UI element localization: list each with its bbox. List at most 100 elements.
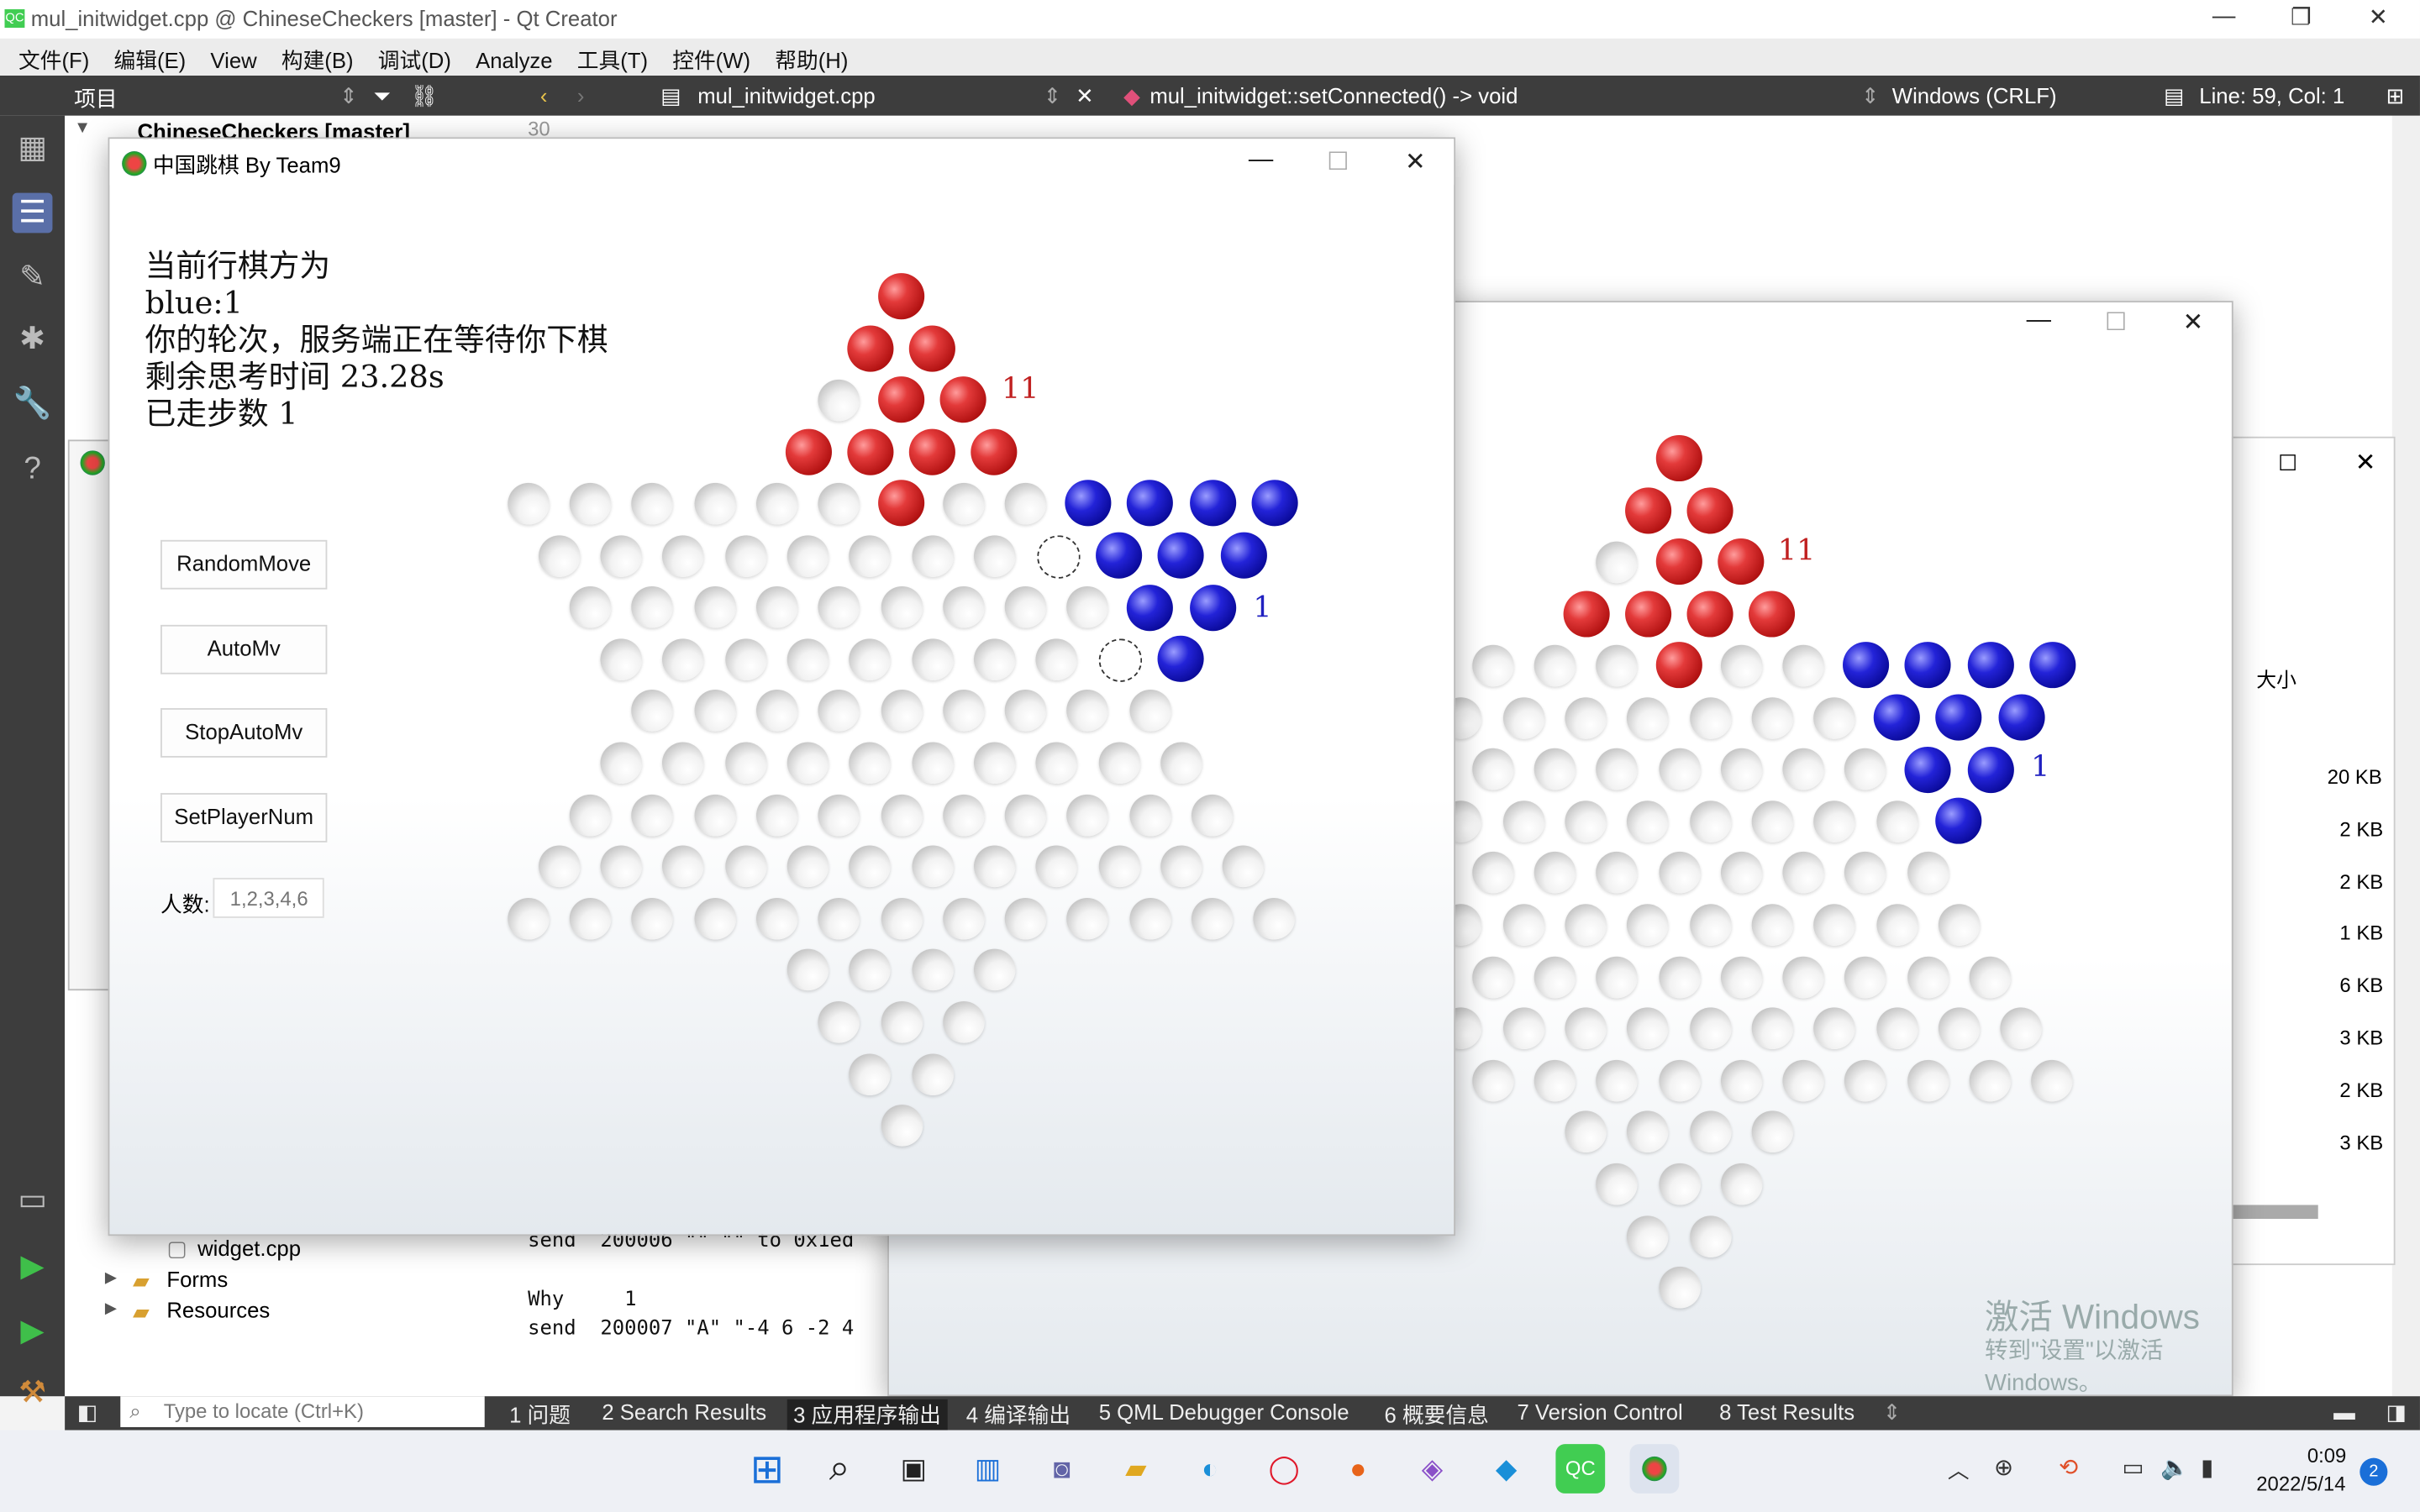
tab-version-control[interactable]: 7 Version Control xyxy=(1517,1399,1682,1424)
board-hole[interactable] xyxy=(1596,748,1639,790)
board-hole[interactable] xyxy=(1720,955,1763,998)
project-selector-arrows-icon[interactable]: ⇕ xyxy=(339,83,358,109)
blue-piece[interactable] xyxy=(1997,694,2044,741)
board-hole[interactable] xyxy=(880,1105,923,1147)
board-hole[interactable] xyxy=(724,742,767,784)
restore-icon[interactable]: ❐ xyxy=(2278,3,2324,31)
board-hole[interactable] xyxy=(662,742,705,784)
board-hole[interactable] xyxy=(507,897,550,939)
board-hole[interactable] xyxy=(1813,1007,1856,1050)
red-piece[interactable] xyxy=(1749,591,1796,638)
board-hole[interactable] xyxy=(880,897,923,939)
board-hole[interactable] xyxy=(1253,897,1296,939)
board-hole[interactable] xyxy=(1565,904,1607,946)
board-hole[interactable] xyxy=(880,690,923,732)
board-hole[interactable] xyxy=(1502,696,1545,738)
board-hole[interactable] xyxy=(1128,897,1171,939)
menu-view[interactable]: View xyxy=(210,48,256,72)
menu-file[interactable]: 文件(F) xyxy=(18,45,89,76)
blue-piece[interactable] xyxy=(1966,642,2013,689)
board-hole[interactable] xyxy=(1658,955,1701,998)
minimize-icon[interactable]: — xyxy=(1238,146,1284,174)
blue-piece[interactable] xyxy=(1158,636,1205,683)
tree-item-resources[interactable]: Resources xyxy=(166,1298,270,1322)
qt-creator-icon[interactable]: QC xyxy=(1555,1444,1606,1494)
board-hole[interactable] xyxy=(849,742,892,784)
board-hole[interactable] xyxy=(1689,1007,1732,1050)
board-hole[interactable] xyxy=(724,845,767,888)
board-hole[interactable] xyxy=(1534,748,1576,790)
board-hole[interactable] xyxy=(1689,696,1732,738)
board-hole[interactable] xyxy=(693,897,736,939)
board-hole[interactable] xyxy=(1720,852,1763,894)
board-hole[interactable] xyxy=(973,949,1016,991)
board-hole[interactable] xyxy=(1596,644,1639,687)
board-hole[interactable] xyxy=(1004,897,1047,939)
help-icon[interactable]: ? xyxy=(13,449,53,489)
board-hole[interactable] xyxy=(1502,1007,1545,1050)
board-hole[interactable] xyxy=(1689,904,1732,946)
blue-piece[interactable] xyxy=(1189,480,1236,528)
locate-box[interactable]: ⌕ Type to locate (Ctrl+K) xyxy=(120,1396,485,1427)
file-tab[interactable]: mul_initwidget.cpp xyxy=(697,83,876,108)
red-piece[interactable] xyxy=(785,428,832,475)
tab-issues[interactable]: 1 问题 xyxy=(509,1399,571,1431)
board-hole[interactable] xyxy=(631,690,674,732)
chinese-checkers-icon[interactable] xyxy=(1629,1444,1680,1494)
blue-piece[interactable] xyxy=(1904,642,1951,689)
board-hole[interactable] xyxy=(569,586,612,628)
board-hole[interactable] xyxy=(942,897,985,939)
board-hole[interactable] xyxy=(662,534,705,577)
link-icon[interactable]: ⛓ xyxy=(411,83,439,109)
board-hole[interactable] xyxy=(1689,1110,1732,1153)
line-ending[interactable]: Windows (CRLF) xyxy=(1892,83,2057,108)
board-hole[interactable] xyxy=(1720,644,1763,687)
visual-studio-icon[interactable]: ◈ xyxy=(1407,1444,1457,1494)
board-hole[interactable] xyxy=(849,949,892,991)
board-hole[interactable] xyxy=(880,1000,923,1043)
board-hole[interactable] xyxy=(911,1053,954,1095)
widgets-icon[interactable]: ▥ xyxy=(963,1444,1013,1494)
board-hole[interactable] xyxy=(1969,955,2012,998)
board-hole[interactable] xyxy=(1004,793,1047,836)
tray-overflow-icon[interactable]: ︿ xyxy=(1948,1455,1970,1486)
red-piece[interactable] xyxy=(1686,591,1733,638)
run-icon[interactable]: ▶ xyxy=(13,1247,53,1287)
blue-piece[interactable] xyxy=(1158,532,1205,579)
board-hole[interactable] xyxy=(849,638,892,680)
sidebar-toggle-icon[interactable]: ◧ xyxy=(77,1399,97,1425)
more-tabs-icon[interactable]: ⇕ xyxy=(1883,1399,1902,1425)
filter-icon[interactable]: ⏷ xyxy=(373,83,391,109)
blue-piece[interactable] xyxy=(1096,532,1143,579)
blue-piece[interactable] xyxy=(1065,480,1112,528)
editor-scrollbar[interactable] xyxy=(2391,115,2420,1397)
board-hole[interactable] xyxy=(1658,1059,1701,1101)
board-hole[interactable] xyxy=(1627,1007,1670,1050)
tab-search-results[interactable]: 2 Search Results xyxy=(602,1399,766,1424)
set-player-num-button[interactable]: SetPlayerNum xyxy=(160,793,328,843)
board-hole[interactable] xyxy=(631,793,674,836)
board-hole[interactable] xyxy=(631,586,674,628)
board-hole[interactable] xyxy=(1751,800,1794,843)
clock-time[interactable]: 0:09 xyxy=(2307,1444,2346,1467)
board-hole[interactable] xyxy=(911,845,954,888)
edge-icon[interactable]: ◐ xyxy=(1186,1444,1235,1494)
board-hole[interactable] xyxy=(818,690,860,732)
file-selector-arrows-icon[interactable]: ⇕ xyxy=(1044,83,1062,109)
board-hole[interactable] xyxy=(1689,1215,1732,1257)
tab-compile-output[interactable]: 4 编译输出 xyxy=(966,1399,1071,1431)
board-hole[interactable] xyxy=(973,845,1016,888)
project-label[interactable]: 项目 xyxy=(74,83,117,114)
board-hole[interactable] xyxy=(1751,1110,1794,1153)
board-hole[interactable] xyxy=(1004,482,1047,525)
board-hole[interactable] xyxy=(1565,696,1607,738)
blue-piece[interactable] xyxy=(1842,642,1889,689)
board-hole[interactable] xyxy=(1969,1059,2012,1101)
red-piece[interactable] xyxy=(1624,486,1671,533)
board-hole[interactable] xyxy=(880,586,923,628)
blue-piece[interactable] xyxy=(2028,642,2075,689)
board-hole[interactable] xyxy=(693,690,736,732)
board-hole[interactable] xyxy=(1191,897,1234,939)
board-hole[interactable] xyxy=(693,793,736,836)
board-hole[interactable] xyxy=(942,482,985,525)
